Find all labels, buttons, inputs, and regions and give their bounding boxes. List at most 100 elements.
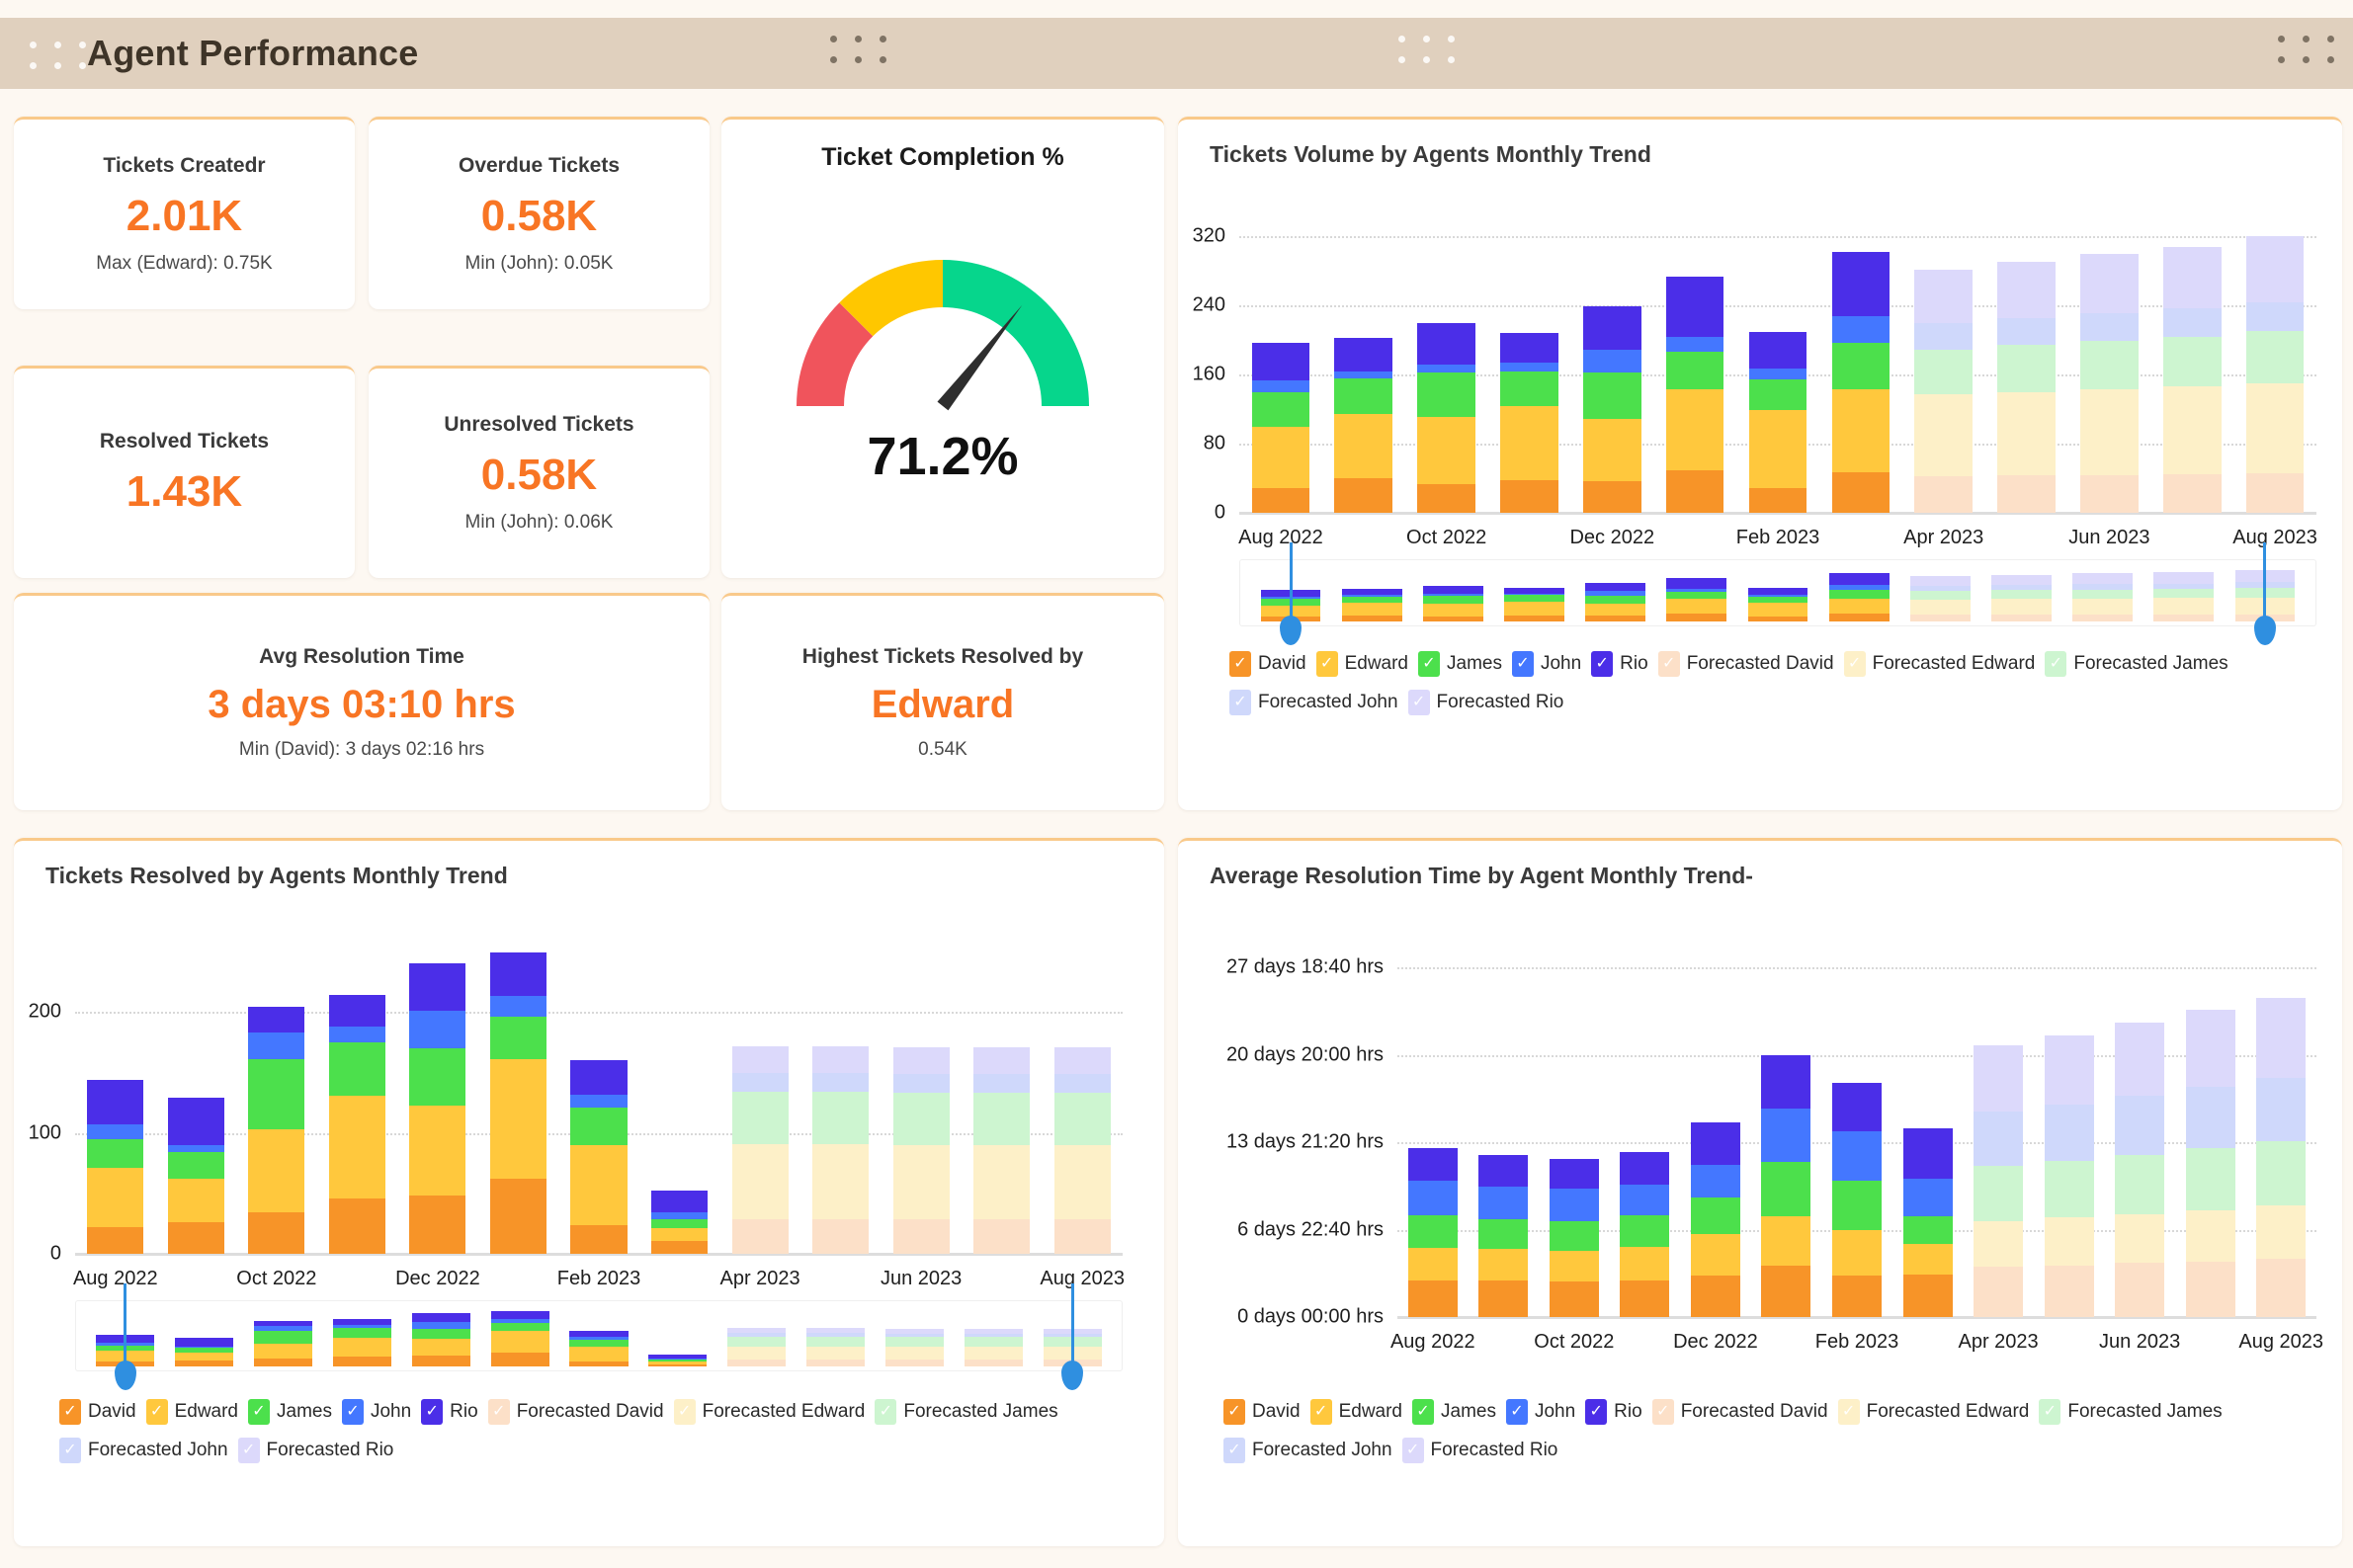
legend-item[interactable]: ✓ Forecasted Edward xyxy=(1837,1399,2029,1425)
legend-checkbox-icon[interactable]: ✓ xyxy=(1407,690,1430,715)
legend-checkbox-icon[interactable]: ✓ xyxy=(1223,1399,1245,1425)
bar-7[interactable] xyxy=(1902,940,1953,1317)
legend-checkbox-icon[interactable]: ✓ xyxy=(1223,1438,1245,1463)
legend-checkbox-icon[interactable]: ✓ xyxy=(1229,690,1251,715)
bar-6[interactable] xyxy=(1831,940,1883,1317)
bar-5[interactable] xyxy=(1761,940,1811,1317)
legend-checkbox-icon[interactable]: ✓ xyxy=(673,1399,696,1425)
bar-11[interactable] xyxy=(2185,940,2235,1317)
bar-3[interactable] xyxy=(1620,940,1670,1317)
bar-5[interactable] xyxy=(489,940,546,1254)
legend-item[interactable]: ✓ Edward xyxy=(145,1399,238,1425)
legend-item[interactable]: ✓ David xyxy=(59,1399,136,1425)
bar-3[interactable] xyxy=(1500,236,1558,513)
legend-checkbox-icon[interactable]: ✓ xyxy=(1657,651,1680,677)
legend-checkbox-icon[interactable]: ✓ xyxy=(421,1399,444,1425)
legend-checkbox-icon[interactable]: ✓ xyxy=(237,1438,260,1463)
legend-checkbox-icon[interactable]: ✓ xyxy=(1309,1399,1332,1425)
legend-checkbox-icon[interactable]: ✓ xyxy=(1837,1399,1860,1425)
chart-legend-tickets-resolved[interactable]: ✓ David ✓ Edward ✓ James ✓ John ✓ Rio ✓ Forecasted … xyxy=(59,1399,1146,1463)
legend-checkbox-icon[interactable]: ✓ xyxy=(1591,651,1614,677)
range-slider-handle-right[interactable] xyxy=(1070,1283,1074,1370)
bar-7[interactable] xyxy=(651,940,709,1254)
legend-item[interactable]: ✓ David xyxy=(1229,651,1306,677)
legend-checkbox-icon[interactable]: ✓ xyxy=(145,1399,168,1425)
legend-checkbox-icon[interactable]: ✓ xyxy=(59,1438,81,1463)
legend-checkbox-icon[interactable]: ✓ xyxy=(1585,1399,1608,1425)
bar-10[interactable] xyxy=(2115,940,2165,1317)
legend-checkbox-icon[interactable]: ✓ xyxy=(1401,1438,1424,1463)
bar-8[interactable] xyxy=(731,940,789,1254)
legend-item[interactable]: ✓ Forecasted James xyxy=(875,1399,1058,1425)
legend-item[interactable]: ✓ James xyxy=(1412,1399,1496,1425)
bar-8[interactable] xyxy=(1914,236,1974,513)
legend-checkbox-icon[interactable]: ✓ xyxy=(248,1399,270,1425)
bar-0[interactable] xyxy=(1251,236,1310,513)
bar-9[interactable] xyxy=(2044,940,2094,1317)
bar-1[interactable] xyxy=(1478,940,1529,1317)
legend-checkbox-icon[interactable]: ✓ xyxy=(875,1399,897,1425)
legend-checkbox-icon[interactable]: ✓ xyxy=(1412,1399,1434,1425)
bar-0[interactable] xyxy=(1407,940,1458,1317)
bar-10[interactable] xyxy=(2080,236,2139,513)
bar-2[interactable] xyxy=(248,940,305,1254)
bar-8[interactable] xyxy=(1974,940,2024,1317)
bar-11[interactable] xyxy=(973,940,1031,1254)
bar-5[interactable] xyxy=(1665,236,1724,513)
legend-item[interactable]: ✓ James xyxy=(1418,651,1502,677)
bar-11[interactable] xyxy=(2162,236,2222,513)
legend-item[interactable]: ✓ Rio xyxy=(1591,651,1648,677)
legend-checkbox-icon[interactable]: ✓ xyxy=(1843,651,1866,677)
legend-checkbox-icon[interactable]: ✓ xyxy=(1315,651,1338,677)
range-slider-tickets-resolved[interactable] xyxy=(75,1283,1123,1371)
legend-item[interactable]: ✓ Forecasted Rio xyxy=(1407,690,1563,715)
legend-checkbox-icon[interactable]: ✓ xyxy=(59,1399,81,1425)
bar-4[interactable] xyxy=(1582,236,1641,513)
bar-9[interactable] xyxy=(1997,236,2056,513)
legend-checkbox-icon[interactable]: ✓ xyxy=(2045,651,2067,677)
bar-12[interactable] xyxy=(1053,940,1111,1254)
bar-0[interactable] xyxy=(87,940,144,1254)
legend-item[interactable]: ✓ Forecasted Rio xyxy=(1401,1438,1557,1463)
legend-item[interactable]: ✓ John xyxy=(341,1399,411,1425)
legend-item[interactable]: ✓ Edward xyxy=(1315,651,1408,677)
bar-12[interactable] xyxy=(2245,236,2305,513)
legend-item[interactable]: ✓ John xyxy=(1505,1399,1575,1425)
legend-checkbox-icon[interactable]: ✓ xyxy=(1418,651,1440,677)
legend-checkbox-icon[interactable]: ✓ xyxy=(1505,1399,1528,1425)
legend-item[interactable]: ✓ David xyxy=(1223,1399,1301,1425)
bar-6[interactable] xyxy=(570,940,628,1254)
legend-item[interactable]: ✓ Forecasted John xyxy=(1229,690,1398,715)
legend-checkbox-icon[interactable]: ✓ xyxy=(341,1399,364,1425)
bar-1[interactable] xyxy=(167,940,224,1254)
legend-checkbox-icon[interactable]: ✓ xyxy=(1511,651,1534,677)
legend-item[interactable]: ✓ Forecasted John xyxy=(1223,1438,1392,1463)
chart-legend-avg-resolution-time[interactable]: ✓ David ✓ Edward ✓ James ✓ John ✓ Rio ✓ Forecasted … xyxy=(1223,1399,2311,1463)
legend-item[interactable]: ✓ Forecasted Edward xyxy=(1843,651,2035,677)
legend-item[interactable]: ✓ James xyxy=(248,1399,332,1425)
legend-item[interactable]: ✓ Forecasted David xyxy=(1651,1399,1828,1425)
bar-4[interactable] xyxy=(409,940,466,1254)
legend-item[interactable]: ✓ Forecasted Rio xyxy=(237,1438,393,1463)
legend-item[interactable]: ✓ John xyxy=(1511,651,1581,677)
range-slider-handle-left[interactable] xyxy=(1289,542,1293,625)
legend-item[interactable]: ✓ Forecasted James xyxy=(2039,1399,2223,1425)
legend-checkbox-icon[interactable]: ✓ xyxy=(1229,651,1251,677)
bar-1[interactable] xyxy=(1334,236,1393,513)
range-slider-tickets-volume[interactable] xyxy=(1239,542,2316,626)
range-slider-handle-left[interactable] xyxy=(124,1283,127,1370)
legend-item[interactable]: ✓ Forecasted Edward xyxy=(673,1399,865,1425)
legend-item[interactable]: ✓ Forecasted James xyxy=(2045,651,2228,677)
legend-checkbox-icon[interactable]: ✓ xyxy=(487,1399,510,1425)
bar-3[interactable] xyxy=(328,940,385,1254)
bar-10[interactable] xyxy=(892,940,950,1254)
bar-9[interactable] xyxy=(812,940,870,1254)
bar-7[interactable] xyxy=(1831,236,1891,513)
bar-2[interactable] xyxy=(1417,236,1475,513)
legend-checkbox-icon[interactable]: ✓ xyxy=(2039,1399,2061,1425)
bar-12[interactable] xyxy=(2256,940,2307,1317)
legend-item[interactable]: ✓ Forecasted John xyxy=(59,1438,228,1463)
bar-6[interactable] xyxy=(1748,236,1807,513)
chart-legend-tickets-volume[interactable]: ✓ David ✓ Edward ✓ James ✓ John ✓ Rio ✓ Forecasted … xyxy=(1229,651,2316,715)
legend-item[interactable]: ✓ Forecasted David xyxy=(487,1399,664,1425)
